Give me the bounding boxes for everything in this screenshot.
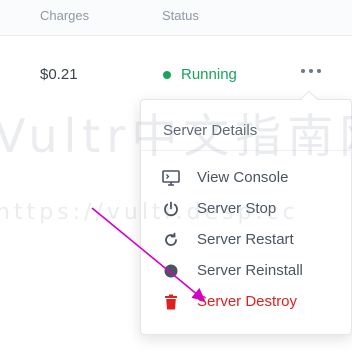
server-actions-dropdown: Server Details View Console Server Stop — [140, 90, 352, 335]
menu-item-view-console[interactable]: View Console — [141, 163, 352, 193]
charges-value: $0.21 — [40, 66, 78, 83]
power-icon — [161, 200, 181, 218]
restart-icon — [161, 231, 181, 249]
table-header: Charges Status — [0, 0, 352, 36]
server-list-panel: Charges Status $0.21 Running Server Deta… — [0, 0, 352, 354]
more-options-button[interactable] — [298, 63, 324, 79]
status-dot-icon — [163, 70, 171, 79]
charges-column-header: Charges — [40, 8, 90, 23]
more-dot-icon — [301, 69, 305, 73]
menu-item-server-stop[interactable]: Server Stop — [141, 194, 352, 224]
status-badge: Running — [163, 66, 237, 83]
trash-icon — [161, 293, 181, 311]
status-label: Running — [181, 66, 237, 83]
menu-item-server-reinstall[interactable]: Server Reinstall — [141, 256, 352, 286]
more-dot-icon — [317, 69, 321, 73]
menu-item-label: Server Stop — [197, 200, 277, 217]
menu-item-server-destroy[interactable]: Server Destroy — [141, 287, 352, 317]
dropdown-title: Server Details — [163, 122, 258, 139]
menu-item-label: Server Restart — [197, 231, 294, 248]
more-dot-icon — [309, 69, 313, 73]
monitor-icon — [161, 169, 181, 187]
menu-item-label: Server Destroy — [197, 293, 298, 310]
server-row[interactable]: $0.21 Running — [0, 37, 352, 105]
reinstall-icon — [161, 262, 181, 280]
status-column-header: Status — [162, 8, 199, 23]
menu-item-label: View Console — [197, 169, 289, 186]
menu-item-label: Server Reinstall — [197, 262, 303, 279]
menu-item-server-restart[interactable]: Server Restart — [141, 225, 352, 255]
dropdown-divider — [141, 150, 352, 151]
